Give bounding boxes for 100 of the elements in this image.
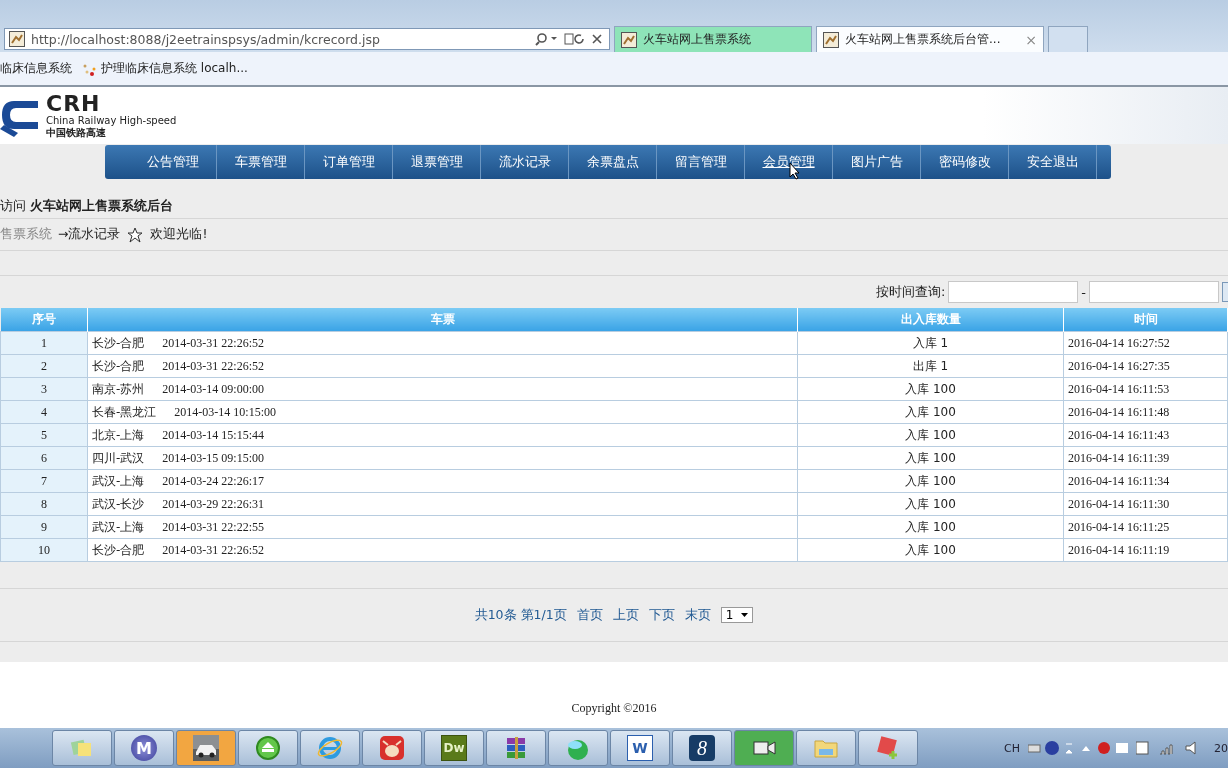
table-cell: 2016-04-14 16:11:19 xyxy=(1063,538,1228,562)
nav-link[interactable]: 安全退出 xyxy=(1009,145,1097,179)
range-separator: - xyxy=(1081,284,1086,300)
table-cell: 入库 100 xyxy=(797,515,1064,539)
logo-subtitle: China Railway High-speed xyxy=(46,114,177,127)
nav-link[interactable]: 车票管理 xyxy=(217,145,305,179)
table-cell: 入库 100 xyxy=(797,377,1064,401)
table-cell: 入库 100 xyxy=(797,469,1064,493)
table-cell: 北京-上海 2014-03-14 15:15:44 xyxy=(87,423,798,447)
table-cell: 5 xyxy=(0,423,88,447)
taskbar-button[interactable]: Dw xyxy=(424,730,484,766)
language-indicator[interactable]: CH xyxy=(1004,741,1020,755)
clock-text: 20 xyxy=(1214,741,1228,755)
page-link[interactable]: 首页 xyxy=(576,606,603,624)
column-header: 出入库数量 xyxy=(797,308,1064,332)
table-cell: 2016-04-14 16:11:39 xyxy=(1063,446,1228,470)
logo-chinese-name: 中国铁路高速 xyxy=(46,126,107,139)
site-icon xyxy=(9,31,25,47)
nav-link[interactable]: 图片广告 xyxy=(833,145,921,179)
dw-logo-icon: Dw xyxy=(441,735,467,761)
nav-link[interactable]: 订单管理 xyxy=(305,145,393,179)
cow-icon xyxy=(379,735,405,761)
table-cell: 出库 1 xyxy=(797,354,1064,378)
table-cell: 长沙-合肥 2014-03-31 22:26:52 xyxy=(87,538,798,562)
taskbar-button[interactable]: W xyxy=(610,730,670,766)
start-time-field[interactable] xyxy=(948,281,1079,303)
taskbar-button[interactable]: M xyxy=(114,730,174,766)
nav-link[interactable]: 密码修改 xyxy=(921,145,1009,179)
table-cell: 长沙-合肥 2014-03-31 22:26:52 xyxy=(87,354,798,378)
caret-icon xyxy=(741,613,749,617)
browser-tab[interactable]: 火车站网上售票系统后台管... × xyxy=(816,26,1044,52)
taskbar-button[interactable] xyxy=(176,730,236,766)
page-link[interactable]: 下页 xyxy=(648,606,675,624)
taskbar-button[interactable] xyxy=(238,730,298,766)
address-toolbar-icon xyxy=(535,32,605,46)
page-link[interactable]: 上页 xyxy=(612,606,639,624)
m-logo-icon: M xyxy=(131,735,157,761)
taskbar-button[interactable] xyxy=(734,730,794,766)
taskbar-button[interactable] xyxy=(548,730,608,766)
nav-link[interactable]: 公告管理 xyxy=(129,145,217,179)
table-cell: 四川-武汉 2014-03-15 09:15:00 xyxy=(87,446,798,470)
breadcrumb-current: →流水记录 xyxy=(58,226,121,243)
breadcrumb-link[interactable]: 售票系统 xyxy=(0,226,52,243)
column-header: 车票 xyxy=(87,308,798,332)
table-cell: 9 xyxy=(0,515,88,539)
taskbar-button[interactable] xyxy=(362,730,422,766)
browser-tab[interactable]: 火车站网上售票系统 xyxy=(614,26,812,52)
table-cell: 入库 100 xyxy=(797,423,1064,447)
globe-icon xyxy=(255,735,281,761)
address-bar[interactable]: http://localhost:8088/j2eetrainspsys/admin/kcrecord.jsp xyxy=(4,28,610,50)
favorite-link[interactable]: 临床信息系统 xyxy=(0,60,72,77)
nav-link[interactable]: 退票管理 xyxy=(393,145,481,179)
table-cell: 7 xyxy=(0,469,88,493)
table-cell: 2016-04-14 16:11:53 xyxy=(1063,377,1228,401)
table-cell: 2016-04-14 16:11:34 xyxy=(1063,469,1228,493)
table-cell: 10 xyxy=(0,538,88,562)
nav-link[interactable]: 会员管理 xyxy=(745,145,833,179)
table-cell: 长沙-合肥 2014-03-31 22:26:52 xyxy=(87,331,798,355)
table-cell: 入库 1 xyxy=(797,331,1064,355)
page-select[interactable]: 1 xyxy=(720,607,754,623)
table-cell: 武汉-长沙 2014-03-29 22:26:31 xyxy=(87,492,798,516)
taskbar-button[interactable] xyxy=(858,730,918,766)
nav-link[interactable]: 流水记录 xyxy=(481,145,569,179)
table-cell: 入库 100 xyxy=(797,538,1064,562)
taskbar-button[interactable] xyxy=(52,730,112,766)
table-cell: 2016-04-14 16:11:25 xyxy=(1063,515,1228,539)
taskbar-button[interactable] xyxy=(796,730,856,766)
table-cell: 入库 100 xyxy=(797,492,1064,516)
page-summary: 共10条 第1/1页 xyxy=(474,606,567,624)
table-cell: 2016-04-14 16:27:52 xyxy=(1063,331,1228,355)
table-cell: 4 xyxy=(0,400,88,424)
table-cell: 入库 100 xyxy=(797,400,1064,424)
end-time-field[interactable] xyxy=(1089,281,1219,303)
nav-link[interactable]: 留言管理 xyxy=(657,145,745,179)
table-cell: 1 xyxy=(0,331,88,355)
table-cell: 6 xyxy=(0,446,88,470)
logo-text: CRH xyxy=(46,92,102,115)
copyright-text: Copyright ©2016 xyxy=(571,701,657,716)
cartoon-icon xyxy=(126,225,145,244)
search-label: 按时间查询: xyxy=(875,283,946,301)
table-cell: 武汉-上海 2014-03-24 22:26:17 xyxy=(87,469,798,493)
taskbar-button[interactable] xyxy=(486,730,546,766)
taskbar-button[interactable] xyxy=(300,730,360,766)
table-cell: 入库 100 xyxy=(797,446,1064,470)
favorite-link[interactable]: 护理临床信息系统 localh... xyxy=(82,60,248,77)
column-header: 时间 xyxy=(1063,308,1228,332)
taskbar-button[interactable]: 8 xyxy=(672,730,732,766)
greeting-text: 欢迎光临! xyxy=(150,226,208,243)
column-header: 序号 xyxy=(0,308,88,332)
new-tab-button[interactable] xyxy=(1048,26,1088,52)
table-cell: 2016-04-14 16:11:48 xyxy=(1063,400,1228,424)
table-cell: 武汉-上海 2014-03-31 22:22:55 xyxy=(87,515,798,539)
nav-link[interactable]: 余票盘点 xyxy=(569,145,657,179)
table-cell: 2 xyxy=(0,354,88,378)
site-icon xyxy=(621,31,637,48)
table-cell: 2016-04-14 16:11:30 xyxy=(1063,492,1228,516)
word-document-icon: W xyxy=(627,735,653,761)
page-link[interactable]: 末页 xyxy=(684,606,711,624)
table-cell: 8 xyxy=(0,492,88,516)
table-cell: 2016-04-14 16:11:43 xyxy=(1063,423,1228,447)
